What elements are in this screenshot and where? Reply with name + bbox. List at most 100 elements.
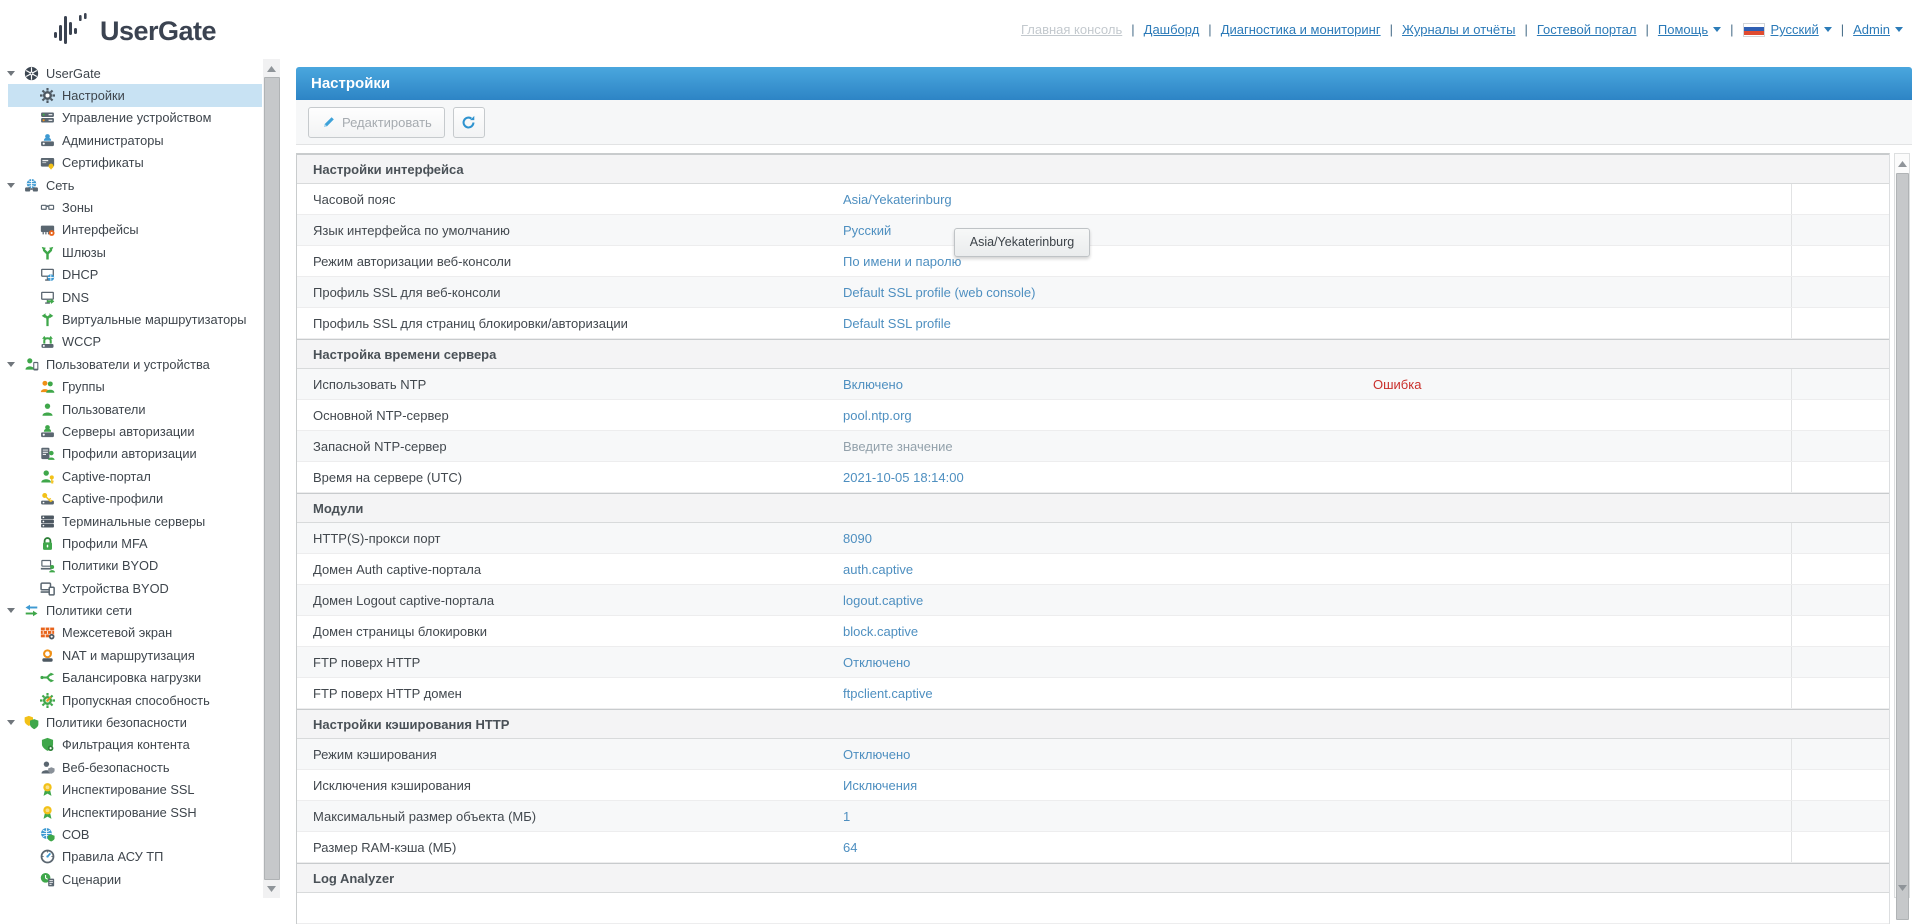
sidebar-item-label: Фильтрация контента	[62, 737, 190, 753]
sidebar-item-scada-rules[interactable]: Правила АСУ ТП	[0, 846, 262, 868]
setting-status	[1373, 184, 1792, 214]
sidebar-item-scenarios[interactable]: Сценарии	[0, 868, 262, 890]
tree-collapse-icon[interactable]	[7, 182, 17, 188]
sidebar-item-byod-devices[interactable]: Устройства BYOD	[0, 577, 262, 599]
sidebar-item-interfaces[interactable]: Интерфейсы	[0, 219, 262, 241]
settings-row: HTTP(S)-прокси порт 8090	[297, 523, 1889, 554]
sidebar-item-captive-portal[interactable]: Captive-портал	[0, 465, 262, 487]
nav-link-5[interactable]: Гостевой портал	[1537, 22, 1637, 37]
settings-row: Профиль SSL для страниц блокировки/автор…	[297, 308, 1889, 339]
tree-collapse-icon[interactable]	[7, 361, 17, 367]
sidebar-item-mfa-profiles[interactable]: Профили MFA	[0, 532, 262, 554]
tree-collapse-icon[interactable]	[7, 720, 17, 726]
sidebar-item-ids[interactable]: СОВ	[0, 823, 262, 845]
sidebar-group-label: Пользователи и устройства	[46, 356, 210, 372]
setting-status	[1373, 770, 1792, 800]
setting-value: Русский	[843, 222, 892, 238]
main-scrollbar[interactable]	[1894, 153, 1910, 920]
load-balancing-icon	[40, 670, 55, 685]
row-filler	[1792, 554, 1889, 584]
setting-status	[1373, 739, 1792, 769]
sidebar-item-dhcp[interactable]: DHCP	[0, 264, 262, 286]
settings-row: Домен Logout captive-портала logout.capti…	[297, 585, 1889, 616]
tree-collapse-icon[interactable]	[7, 608, 17, 614]
sidebar-group-label: Сеть	[46, 177, 75, 193]
sidebar-group-security-policies[interactable]: Политики безопасности	[0, 711, 262, 733]
sidebar-scroll-thumb[interactable]	[264, 77, 280, 880]
edit-button[interactable]: Редактировать	[308, 106, 445, 138]
sidebar-item-users[interactable]: Пользователи	[0, 398, 262, 420]
row-filler	[1792, 770, 1889, 800]
top-header: UserGate Главная консоль | Дашборд | Диагнос…	[0, 0, 1919, 59]
sidebar-item-load-balancing[interactable]: Балансировка нагрузки	[0, 667, 262, 689]
setting-status	[1373, 308, 1792, 338]
nav-separator: |	[1840, 22, 1845, 37]
nav-link-7[interactable]: Русский	[1771, 22, 1832, 37]
dhcp-icon	[40, 267, 55, 282]
settings-row: Основной NTP-сервер pool.ntp.org	[297, 400, 1889, 431]
sidebar-group-network-globe[interactable]: Сеть	[0, 174, 262, 196]
sidebar-group-usergate-hub[interactable]: UserGate	[0, 62, 262, 84]
sidebar-group-network-policies[interactable]: Политики сети	[0, 599, 262, 621]
setting-value: По имени и паролю	[843, 253, 962, 269]
scroll-up-icon[interactable]	[1895, 155, 1909, 172]
sidebar-scrollbar[interactable]	[263, 59, 280, 898]
sidebar-item-gateways[interactable]: Шлюзы	[0, 241, 262, 263]
nav-separator: |	[1208, 22, 1212, 37]
nav-link-2[interactable]: Дашборд	[1144, 22, 1200, 37]
setting-value: ftpclient.captive	[843, 685, 933, 701]
usergate-logo[interactable]: UserGate	[54, 13, 217, 46]
sidebar-item-byod-policies[interactable]: Политики BYOD	[0, 555, 262, 577]
setting-status	[1373, 431, 1792, 461]
setting-status	[1373, 801, 1792, 831]
scroll-up-icon[interactable]	[263, 60, 280, 77]
setting-value: Default SSL profile (web console)	[843, 284, 1036, 300]
settings-table-area: Настройки интерфейса Часовой пояс Asia/Yek…	[296, 145, 1912, 924]
sidebar-group-label: Политики безопасности	[46, 715, 187, 731]
sidebar-item-auth-servers[interactable]: Серверы авторизации	[0, 420, 262, 442]
byod-policies-icon	[40, 558, 55, 573]
sidebar-item-ssh-inspection[interactable]: Инспектирование SSH	[0, 801, 262, 823]
sidebar-item-wccp[interactable]: WCCP	[0, 331, 262, 353]
timezone-tooltip: Asia/Yekaterinburg	[954, 228, 1090, 257]
main-scroll-thumb[interactable]	[1896, 173, 1909, 920]
sidebar-item-gear[interactable]: Настройки	[8, 84, 262, 107]
scroll-down-icon[interactable]	[1895, 879, 1909, 896]
sidebar-item-ssl-inspection[interactable]: Инспектирование SSL	[0, 779, 262, 801]
row-filler	[1792, 739, 1889, 769]
sidebar-item-content-filtering[interactable]: Фильтрация контента	[0, 734, 262, 756]
sidebar-item-groups[interactable]: Группы	[0, 375, 262, 397]
gateways-icon	[40, 245, 55, 260]
setting-status	[1373, 277, 1792, 307]
nav-link-8[interactable]: Admin	[1853, 22, 1903, 37]
settings-row: FTP поверх HTTP Отключено	[297, 647, 1889, 678]
chevron-down-icon	[1713, 27, 1722, 32]
sidebar-item-bandwidth[interactable]: Пропускная способность	[0, 689, 262, 711]
sidebar-group-users-devices[interactable]: Пользователи и устройства	[0, 353, 262, 375]
sidebar-item-auth-profiles[interactable]: Профили авторизации	[0, 443, 262, 465]
content-filtering-icon	[40, 737, 55, 752]
sidebar-item-virtual-routers[interactable]: Виртуальные маршрутизаторы	[0, 308, 262, 330]
sidebar-item-zones[interactable]: Зоны	[0, 196, 262, 218]
sidebar-item-nat-routing[interactable]: NAT и маршрутизация	[0, 644, 262, 666]
setting-label: Исключения кэширования	[313, 777, 471, 793]
nav-link-4[interactable]: Журналы и отчёты	[1402, 22, 1515, 37]
sidebar-item-label: DHCP	[62, 267, 99, 283]
sidebar-item-terminal-servers[interactable]: Терминальные серверы	[0, 510, 262, 532]
setting-status	[1373, 678, 1792, 708]
tree-collapse-icon[interactable]	[7, 70, 17, 76]
sidebar-item-device-management[interactable]: Управление устройством	[0, 107, 262, 129]
sidebar-item-certificates[interactable]: Сертификаты	[0, 152, 262, 174]
sidebar-item-label: Пропускная способность	[62, 692, 210, 708]
sidebar-item-label: Сценарии	[62, 871, 122, 887]
sidebar-item-administrators[interactable]: Администраторы	[0, 129, 262, 151]
nav-link-6[interactable]: Помощь	[1658, 22, 1722, 37]
sidebar-item-dns[interactable]: DNS	[0, 286, 262, 308]
refresh-button[interactable]	[452, 106, 485, 138]
scroll-down-icon[interactable]	[263, 880, 280, 897]
sidebar-item-web-security[interactable]: Веб-безопасность	[0, 756, 262, 778]
nav-link-3[interactable]: Диагностика и мониторинг	[1221, 22, 1381, 37]
sidebar-item-firewall[interactable]: Межсетевой экран	[0, 622, 262, 644]
setting-value: 1	[843, 808, 851, 824]
sidebar-item-captive-profiles[interactable]: Captive-профили	[0, 487, 262, 509]
